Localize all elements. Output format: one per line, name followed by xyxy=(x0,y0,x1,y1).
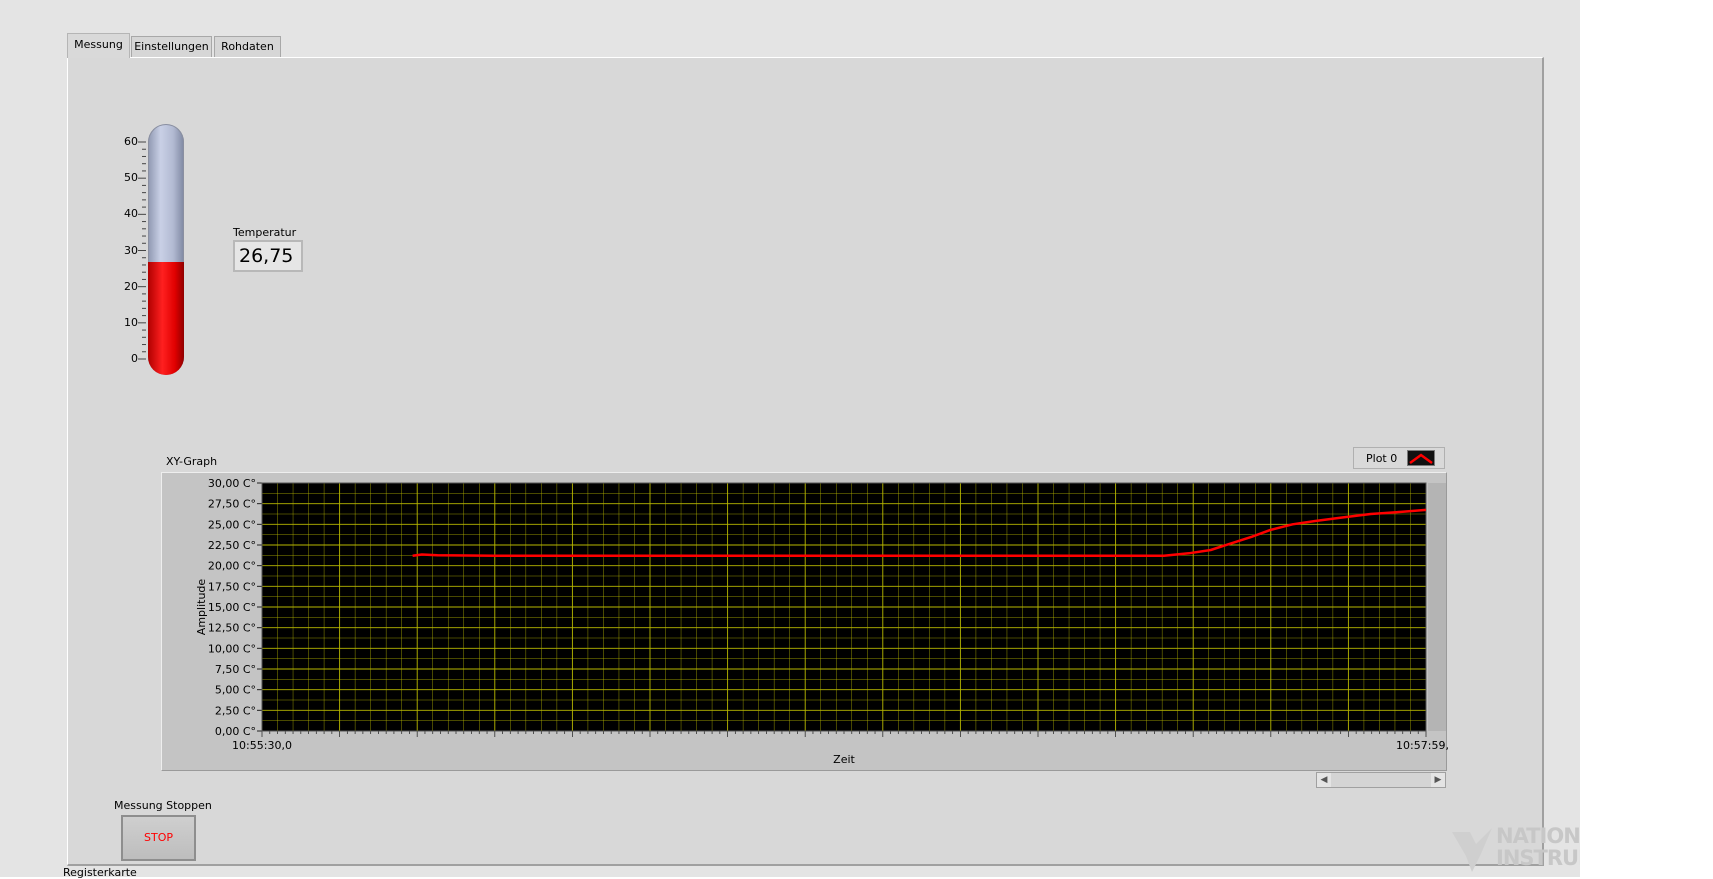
ni-logo: NATIONAL INSTRUMENTS xyxy=(1448,822,1580,877)
plot-right-strip xyxy=(1428,483,1446,731)
logo-text-line: NATIONAL xyxy=(1496,824,1580,848)
scroll-right-icon[interactable]: ▶ xyxy=(1431,773,1445,787)
y-tick-label: 0,00 C° xyxy=(215,725,256,738)
graph-label: XY-Graph xyxy=(166,455,218,468)
graph-scrollbar[interactable]: ◀ ▶ xyxy=(1316,772,1446,788)
y-tick-label: 27,50 C° xyxy=(208,498,256,511)
thermometer-tick-label: 50 xyxy=(124,171,138,184)
tab-messung[interactable]: Messung xyxy=(67,33,130,58)
x-tick-label-start: 10:55:30,0 xyxy=(232,739,292,752)
xy-graph: 0,00 C° 2,50 C° 5,00 C° 7,50 C° 10,00 C° 12,5… xyxy=(161,472,1448,771)
y-tick-label: 10,00 C° xyxy=(208,642,256,655)
thermometer-tick-label: 30 xyxy=(124,244,138,257)
thermometer-scale: 60 50 40 30 20 10 0 xyxy=(118,128,146,368)
y-tick-label: 7,50 C° xyxy=(215,663,256,676)
tab-einstellungen[interactable]: Einstellungen xyxy=(131,36,212,57)
logo-text-line: INSTRUMENTS xyxy=(1496,846,1580,870)
y-tick-label: 25,00 C° xyxy=(208,518,256,531)
thermometer-tick-label: 40 xyxy=(124,207,138,220)
plot-line-icon xyxy=(1407,450,1435,466)
stop-button[interactable]: STOP xyxy=(121,815,196,861)
temperature-indicator: 26,75 xyxy=(233,240,303,272)
y-tick-label: 15,00 C° xyxy=(208,601,256,614)
temperature-label: Temperatur xyxy=(233,226,297,239)
plot-legend[interactable]: Plot 0 xyxy=(1353,447,1445,469)
y-tick-label: 17,50 C° xyxy=(208,580,256,593)
scroll-left-icon[interactable]: ◀ xyxy=(1317,773,1331,787)
y-axis-label: Amplitude xyxy=(195,579,208,636)
legend-plot-name: Plot 0 xyxy=(1366,452,1398,465)
y-tick-label: 2,50 C° xyxy=(215,704,256,717)
y-tick-label: 5,00 C° xyxy=(215,684,256,697)
y-tick-label: 22,50 C° xyxy=(208,539,256,552)
y-tick-label: 12,50 C° xyxy=(208,622,256,635)
ni-eagle-icon xyxy=(1452,828,1492,872)
y-tick-label: 20,00 C° xyxy=(208,560,256,573)
xy-graph-canvas: 0,00 C° 2,50 C° 5,00 C° 7,50 C° 10,00 C° 12,5… xyxy=(195,477,1448,766)
thermometer xyxy=(148,124,184,375)
thermometer-tick-label: 0 xyxy=(131,352,138,365)
thermometer-tick-label: 10 xyxy=(124,316,138,329)
stop-button-label: Messung Stoppen xyxy=(114,799,212,812)
y-tick-label: 30,00 C° xyxy=(208,477,256,490)
thermometer-tick-label: 60 xyxy=(124,135,138,148)
x-axis-label: Zeit xyxy=(833,753,855,766)
thermometer-level xyxy=(148,262,184,375)
thermometer-tick-label: 20 xyxy=(124,280,138,293)
tab-control-label: Registerkarte xyxy=(63,866,137,879)
x-tick-label-end: 10:57:59,2 xyxy=(1396,739,1448,752)
tab-rohdaten[interactable]: Rohdaten xyxy=(214,36,281,57)
